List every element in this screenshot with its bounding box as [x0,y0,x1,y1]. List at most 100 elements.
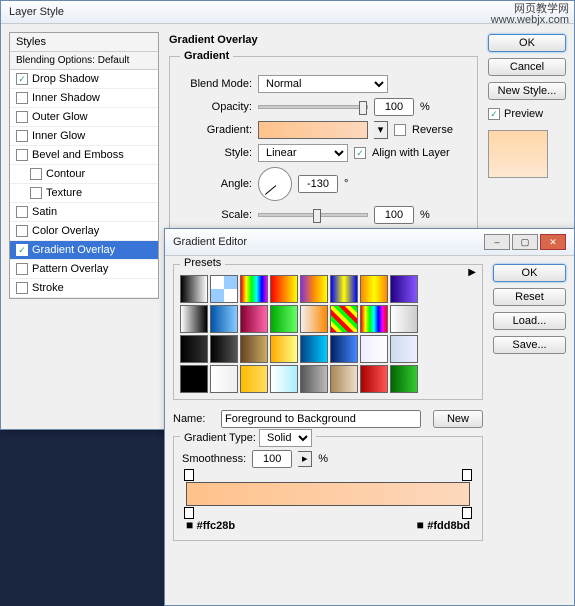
preset-swatch[interactable] [360,335,388,363]
ge-load-button[interactable]: Load... [493,312,566,330]
preset-swatch[interactable] [300,305,328,333]
preset-swatch[interactable] [390,305,418,333]
preset-swatch[interactable] [300,335,328,363]
ge-ok-button[interactable]: OK [493,264,566,282]
reverse-checkbox[interactable] [394,124,406,136]
opacity-stop-right[interactable] [462,469,472,481]
blend-mode-label: Blend Mode: [180,78,252,90]
blending-options-default[interactable]: Blending Options: Default [10,52,158,70]
preset-swatch[interactable] [390,275,418,303]
preset-swatch[interactable] [270,335,298,363]
style-select[interactable]: Linear [258,144,348,162]
preset-swatch[interactable] [240,275,268,303]
style-item-contour[interactable]: Contour [10,165,158,184]
gradient-editor-titlebar[interactable]: Gradient Editor – ▢ ✕ [165,229,574,256]
style-item-inner-glow[interactable]: Inner Glow [10,127,158,146]
style-checkbox[interactable] [16,111,28,123]
preset-swatch[interactable] [330,305,358,333]
styles-list: Styles Blending Options: Default ✓Drop S… [9,32,159,299]
maximize-icon[interactable]: ▢ [512,234,538,250]
angle-dial[interactable] [258,167,292,201]
style-item-satin[interactable]: Satin [10,203,158,222]
gradient-bar[interactable] [186,482,470,506]
preset-swatch[interactable] [270,305,298,333]
preset-swatch[interactable] [270,275,298,303]
align-checkbox[interactable]: ✓ [354,147,366,159]
hex-left: #ffc28b [186,518,235,532]
new-style-button[interactable]: New Style... [488,82,566,100]
gradient-swatch[interactable] [258,121,368,139]
ok-button[interactable]: OK [488,34,566,52]
preset-swatch[interactable] [180,335,208,363]
minimize-icon[interactable]: – [484,234,510,250]
preset-swatch[interactable] [210,335,238,363]
style-item-stroke[interactable]: Stroke [10,279,158,298]
preset-swatch[interactable] [360,275,388,303]
gradient-dropdown-icon[interactable]: ▾ [374,121,388,139]
preset-swatch[interactable] [240,335,268,363]
style-item-gradient-overlay[interactable]: ✓Gradient Overlay [10,241,158,260]
style-item-bevel-and-emboss[interactable]: Bevel and Emboss [10,146,158,165]
layer-style-title: Layer Style [9,6,64,18]
preview-checkbox[interactable]: ✓ [488,108,500,120]
preset-swatch[interactable] [390,335,418,363]
preset-swatch[interactable] [180,305,208,333]
style-checkbox[interactable] [16,130,28,142]
preset-swatch[interactable] [210,365,238,393]
style-checkbox[interactable] [16,225,28,237]
opacity-stop-left[interactable] [184,469,194,481]
presets-menu-icon[interactable]: ▶ [468,267,476,278]
color-stop-left[interactable] [184,507,194,519]
style-checkbox[interactable] [16,206,28,218]
blend-mode-select[interactable]: Normal [258,75,388,93]
style-item-texture[interactable]: Texture [10,184,158,203]
preset-swatch[interactable] [300,365,328,393]
preset-swatch[interactable] [330,335,358,363]
preset-swatch[interactable] [180,365,208,393]
style-item-color-overlay[interactable]: Color Overlay [10,222,158,241]
cancel-button[interactable]: Cancel [488,58,566,76]
styles-header[interactable]: Styles [10,33,158,52]
preset-swatch[interactable] [360,305,388,333]
preset-swatch[interactable] [240,365,268,393]
scale-input[interactable] [374,206,414,224]
gradient-type-select[interactable]: Solid [259,429,312,447]
smoothness-input[interactable] [252,450,292,468]
preset-swatch[interactable] [210,305,238,333]
smoothness-dropdown-icon[interactable]: ▸ [298,451,312,467]
style-checkbox[interactable]: ✓ [16,244,28,256]
gradient-type-label: Gradient Type: [184,432,256,444]
preset-swatch[interactable] [240,305,268,333]
preset-swatch[interactable] [300,275,328,303]
style-item-inner-shadow[interactable]: Inner Shadow [10,89,158,108]
opacity-input[interactable] [374,98,414,116]
preview-swatch [488,130,548,178]
color-stop-right[interactable] [462,507,472,519]
style-checkbox[interactable] [16,263,28,275]
style-checkbox[interactable]: ✓ [16,73,28,85]
scale-slider[interactable] [258,213,368,217]
style-item-drop-shadow[interactable]: ✓Drop Shadow [10,70,158,89]
preset-swatch[interactable] [330,365,358,393]
preset-swatch[interactable] [390,365,418,393]
ge-reset-button[interactable]: Reset [493,288,566,306]
preset-swatch[interactable] [270,365,298,393]
style-checkbox[interactable] [30,168,42,180]
style-item-pattern-overlay[interactable]: Pattern Overlay [10,260,158,279]
style-checkbox[interactable] [16,282,28,294]
close-icon[interactable]: ✕ [540,234,566,250]
new-gradient-button[interactable]: New [433,410,483,428]
style-item-outer-glow[interactable]: Outer Glow [10,108,158,127]
gradient-name-input[interactable] [221,410,421,428]
preset-swatch[interactable] [360,365,388,393]
layer-style-titlebar[interactable]: Layer Style [1,1,574,24]
preset-swatch[interactable] [180,275,208,303]
ge-save-button[interactable]: Save... [493,336,566,354]
angle-input[interactable] [298,175,338,193]
style-checkbox[interactable] [30,187,42,199]
style-checkbox[interactable] [16,149,28,161]
opacity-slider[interactable] [258,105,368,109]
style-checkbox[interactable] [16,92,28,104]
preset-swatch[interactable] [330,275,358,303]
preset-swatch[interactable] [210,275,238,303]
